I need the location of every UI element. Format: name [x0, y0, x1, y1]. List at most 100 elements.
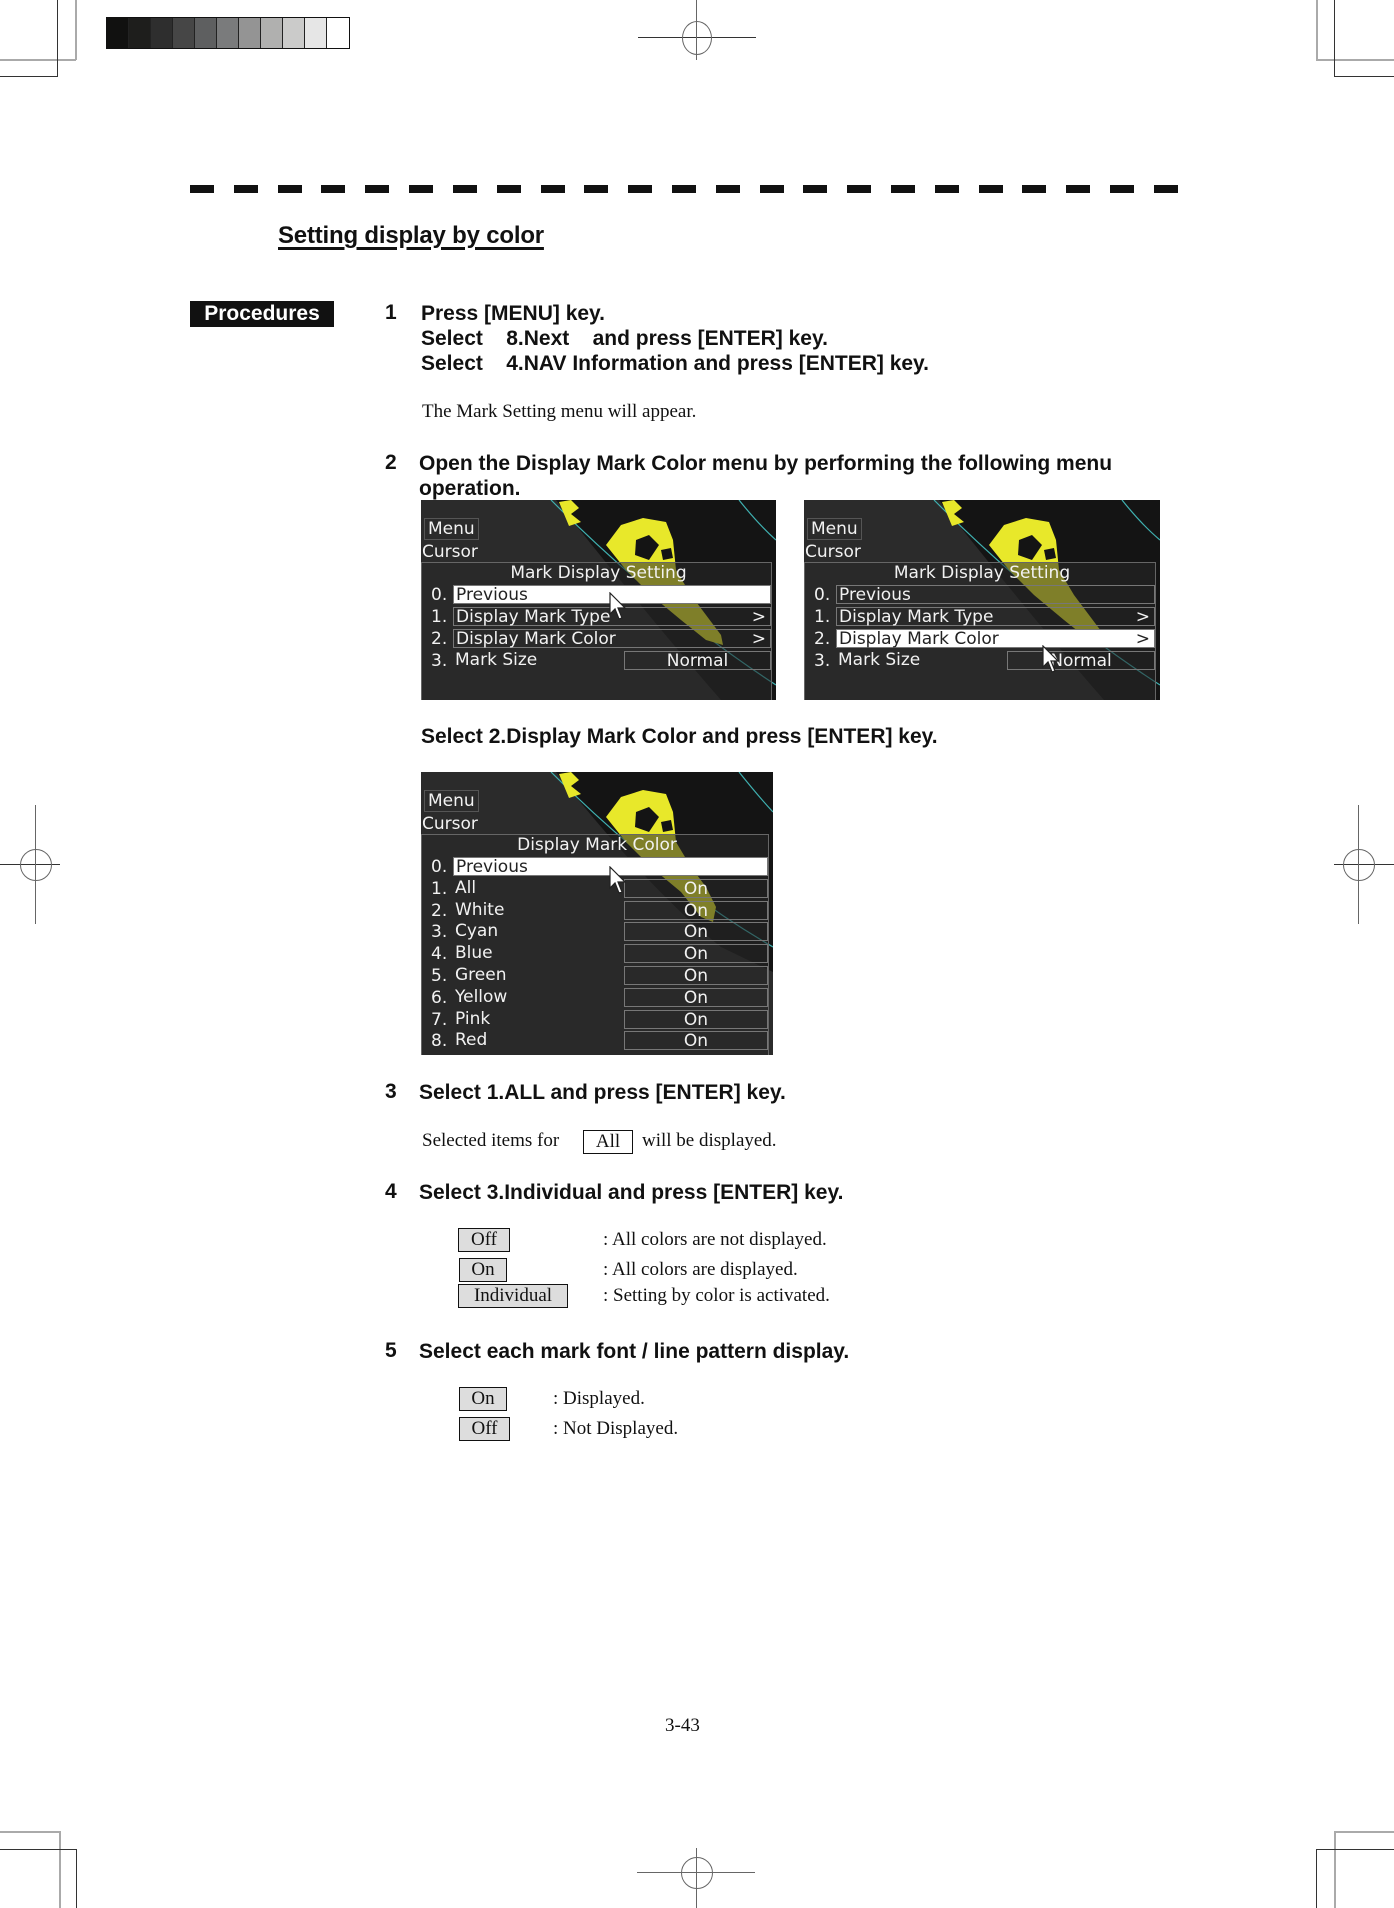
- item-index: 6.: [431, 987, 448, 1008]
- step-number: 2: [385, 451, 397, 474]
- grayscale-swatch: [173, 18, 195, 48]
- menu-item-display-mark-type[interactable]: 1. Display Mark Type >: [421, 607, 771, 627]
- dash-segment: [365, 185, 390, 193]
- submenu-arrow-icon: >: [1135, 607, 1150, 627]
- item-value[interactable]: On: [624, 878, 768, 898]
- option-on: On: [459, 1387, 507, 1411]
- item-index: 7.: [431, 1009, 448, 1030]
- step-1-line-1: Press [MENU] key.: [421, 302, 606, 325]
- menu-button[interactable]: Menu: [424, 518, 479, 540]
- step-3-note-suffix: will be displayed.: [642, 1130, 777, 1151]
- menu-item-yellow[interactable]: 6. Yellow On: [421, 987, 768, 1008]
- item-value: Normal: [624, 651, 771, 670]
- menu-item-display-mark-color[interactable]: 2. Display Mark Color >: [421, 629, 771, 649]
- screenshot-mark-display-setting-previous: Menu Cursor Mark Display Setting 0. Prev…: [421, 500, 776, 700]
- mouse-pointer-icon: [609, 592, 627, 620]
- dash-segment: [934, 185, 959, 193]
- grayscale-swatch: [283, 18, 305, 48]
- step-1-line-3: Select 4.NAV Information and press [ENTE…: [421, 352, 930, 375]
- item-index: 0.: [431, 857, 448, 877]
- item-index: 5.: [431, 966, 448, 986]
- menu-item-all[interactable]: 1. All On: [421, 878, 768, 899]
- dash-segment: [277, 185, 302, 193]
- cursor-label: Cursor: [805, 542, 861, 562]
- menu-button[interactable]: Menu: [424, 790, 479, 812]
- submenu-arrow-icon: >: [1135, 629, 1150, 649]
- menu-item-previous[interactable]: 0. Previous: [421, 585, 771, 605]
- page-number: 3-43: [665, 1715, 700, 1736]
- menu-button[interactable]: Menu: [807, 518, 862, 540]
- step-1-note: The Mark Setting menu will appear.: [422, 401, 697, 422]
- menu-title: Mark Display Setting: [510, 563, 687, 583]
- item-index: 8.: [431, 1031, 448, 1052]
- step-number: 5: [385, 1339, 397, 1362]
- menu-item-pink[interactable]: 7. Pink On: [421, 1009, 768, 1030]
- menu-item-display-mark-type[interactable]: 1. Display Mark Type >: [804, 607, 1155, 627]
- item-label: Display Mark Color: [456, 629, 616, 649]
- dash-segment: [1022, 185, 1047, 193]
- dash-segment: [978, 185, 1003, 193]
- dash-segment: [540, 185, 565, 193]
- option-off-desc: : Not Displayed.: [553, 1418, 679, 1439]
- step-3-line-1: Select 1.ALL and press [ENTER] key.: [419, 1081, 786, 1104]
- step-2-line-1: Open the Display Mark Color menu by perf…: [419, 452, 1113, 475]
- grayscale-swatch: [239, 18, 261, 48]
- step-number: 4: [385, 1180, 397, 1203]
- option-on-desc: : Displayed.: [553, 1388, 645, 1409]
- menu-title: Mark Display Setting: [893, 563, 1071, 583]
- menu-item-green[interactable]: 5. Green On: [421, 966, 768, 986]
- item-index: 1.: [814, 607, 831, 627]
- item-index: 3.: [431, 651, 448, 671]
- dash-segment: [1066, 185, 1091, 193]
- item-value[interactable]: On: [624, 900, 768, 920]
- dash-segment: [190, 185, 214, 193]
- item-label: Display Mark Type: [839, 607, 994, 627]
- dash-segment: [671, 185, 696, 193]
- item-value[interactable]: On: [624, 944, 768, 964]
- item-value[interactable]: On: [624, 1009, 768, 1029]
- screenshot-mark-display-setting-color: Menu Cursor Mark Display Setting 0. Prev…: [804, 500, 1160, 700]
- step-2-sub-instruction: Select 2.Display Mark Color and press [E…: [421, 725, 938, 748]
- grayscale-swatch: [195, 18, 217, 48]
- dash-segment: [891, 185, 915, 193]
- option-box-all: All: [583, 1130, 633, 1154]
- item-field: Display Mark Color >: [453, 629, 771, 648]
- grayscale-calibration-bar: [106, 17, 350, 49]
- dash-segment: [715, 185, 740, 193]
- mouse-pointer-icon: [609, 866, 627, 894]
- item-index: 3.: [814, 651, 831, 671]
- menu-item-previous[interactable]: 0. Previous: [421, 857, 768, 877]
- grayscale-swatch: [151, 18, 173, 48]
- grayscale-swatch: [327, 18, 349, 48]
- item-value[interactable]: On: [624, 1031, 768, 1051]
- item-value[interactable]: On: [624, 922, 768, 942]
- item-value: Normal: [1007, 651, 1155, 670]
- step-number: 3: [385, 1080, 397, 1103]
- menu-item-red[interactable]: 8. Red On: [421, 1031, 768, 1051]
- menu-item-previous[interactable]: 0. Previous: [804, 585, 1155, 605]
- item-value[interactable]: On: [624, 987, 768, 1007]
- menu-item-cyan[interactable]: 3. Cyan On: [421, 922, 768, 942]
- submenu-arrow-icon: >: [751, 607, 766, 627]
- item-value[interactable]: On: [624, 966, 768, 985]
- option-individual: Individual: [458, 1284, 568, 1308]
- item-label: Display Mark Color: [839, 629, 999, 649]
- menu-item-white[interactable]: 2. White On: [421, 900, 768, 921]
- item-label: Display Mark Type: [456, 607, 611, 627]
- menu-item-blue[interactable]: 4. Blue On: [421, 944, 768, 964]
- item-index: 2.: [814, 629, 831, 649]
- option-off: Off: [458, 1228, 510, 1252]
- dash-segment: [803, 185, 828, 193]
- item-index: 1.: [431, 607, 448, 627]
- step-2-line-2: operation.: [419, 477, 521, 500]
- menu-item-mark-size[interactable]: 3. Mark Size Normal: [421, 651, 771, 671]
- menu-item-mark-size[interactable]: 3. Mark Size Normal: [804, 651, 1155, 671]
- grayscale-swatch: [305, 18, 327, 48]
- option-on-desc: : All colors are displayed.: [603, 1259, 798, 1280]
- item-index: 0.: [431, 585, 448, 605]
- dash-segment: [628, 185, 653, 193]
- mouse-pointer-icon: [1042, 645, 1060, 673]
- dash-segment: [847, 185, 872, 193]
- menu-item-display-mark-color[interactable]: 2. Display Mark Color >: [804, 629, 1155, 649]
- dash-segment: [1110, 185, 1135, 193]
